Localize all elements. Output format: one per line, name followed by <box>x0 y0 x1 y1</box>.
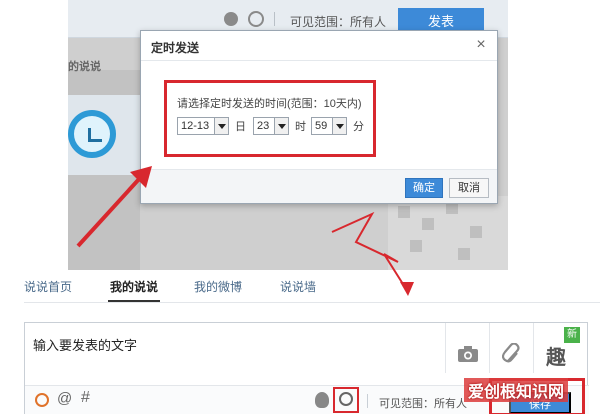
mention-icon[interactable]: @ <box>57 390 72 407</box>
post-input[interactable]: 输入要发表的文字 <box>33 335 137 354</box>
tab-my-weibo[interactable]: 我的微博 <box>194 278 242 295</box>
tab-bar: 说说首页 我的说说 我的微博 说说墙 <box>0 270 600 304</box>
tab-divider <box>24 302 600 303</box>
tab-home[interactable]: 说说首页 <box>24 278 72 295</box>
site-watermark: 爱创根知识网 <box>464 378 569 402</box>
hashtag-icon[interactable]: # <box>81 389 90 407</box>
active-tab-indicator <box>108 300 160 302</box>
attachment-button[interactable] <box>489 323 533 373</box>
media-toolbar: 趣 新 <box>445 323 589 373</box>
qq-icon[interactable] <box>315 392 329 408</box>
clock-highlight-frame <box>333 387 359 413</box>
tab-post-wall[interactable]: 说说墙 <box>280 278 316 295</box>
tab-my-posts[interactable]: 我的说说 <box>110 278 158 295</box>
camera-button[interactable] <box>445 323 489 373</box>
fun-icon: 趣 <box>546 347 566 369</box>
divider <box>367 394 368 408</box>
attachment-icon <box>502 343 520 363</box>
camera-icon <box>458 346 478 362</box>
emoji-icon[interactable] <box>35 393 49 407</box>
annotation-arrow <box>76 176 142 248</box>
visibility-select[interactable]: 可见范围：所有人 <box>379 395 467 411</box>
fun-button[interactable]: 趣 新 <box>533 323 589 373</box>
new-badge: 新 <box>564 327 580 343</box>
